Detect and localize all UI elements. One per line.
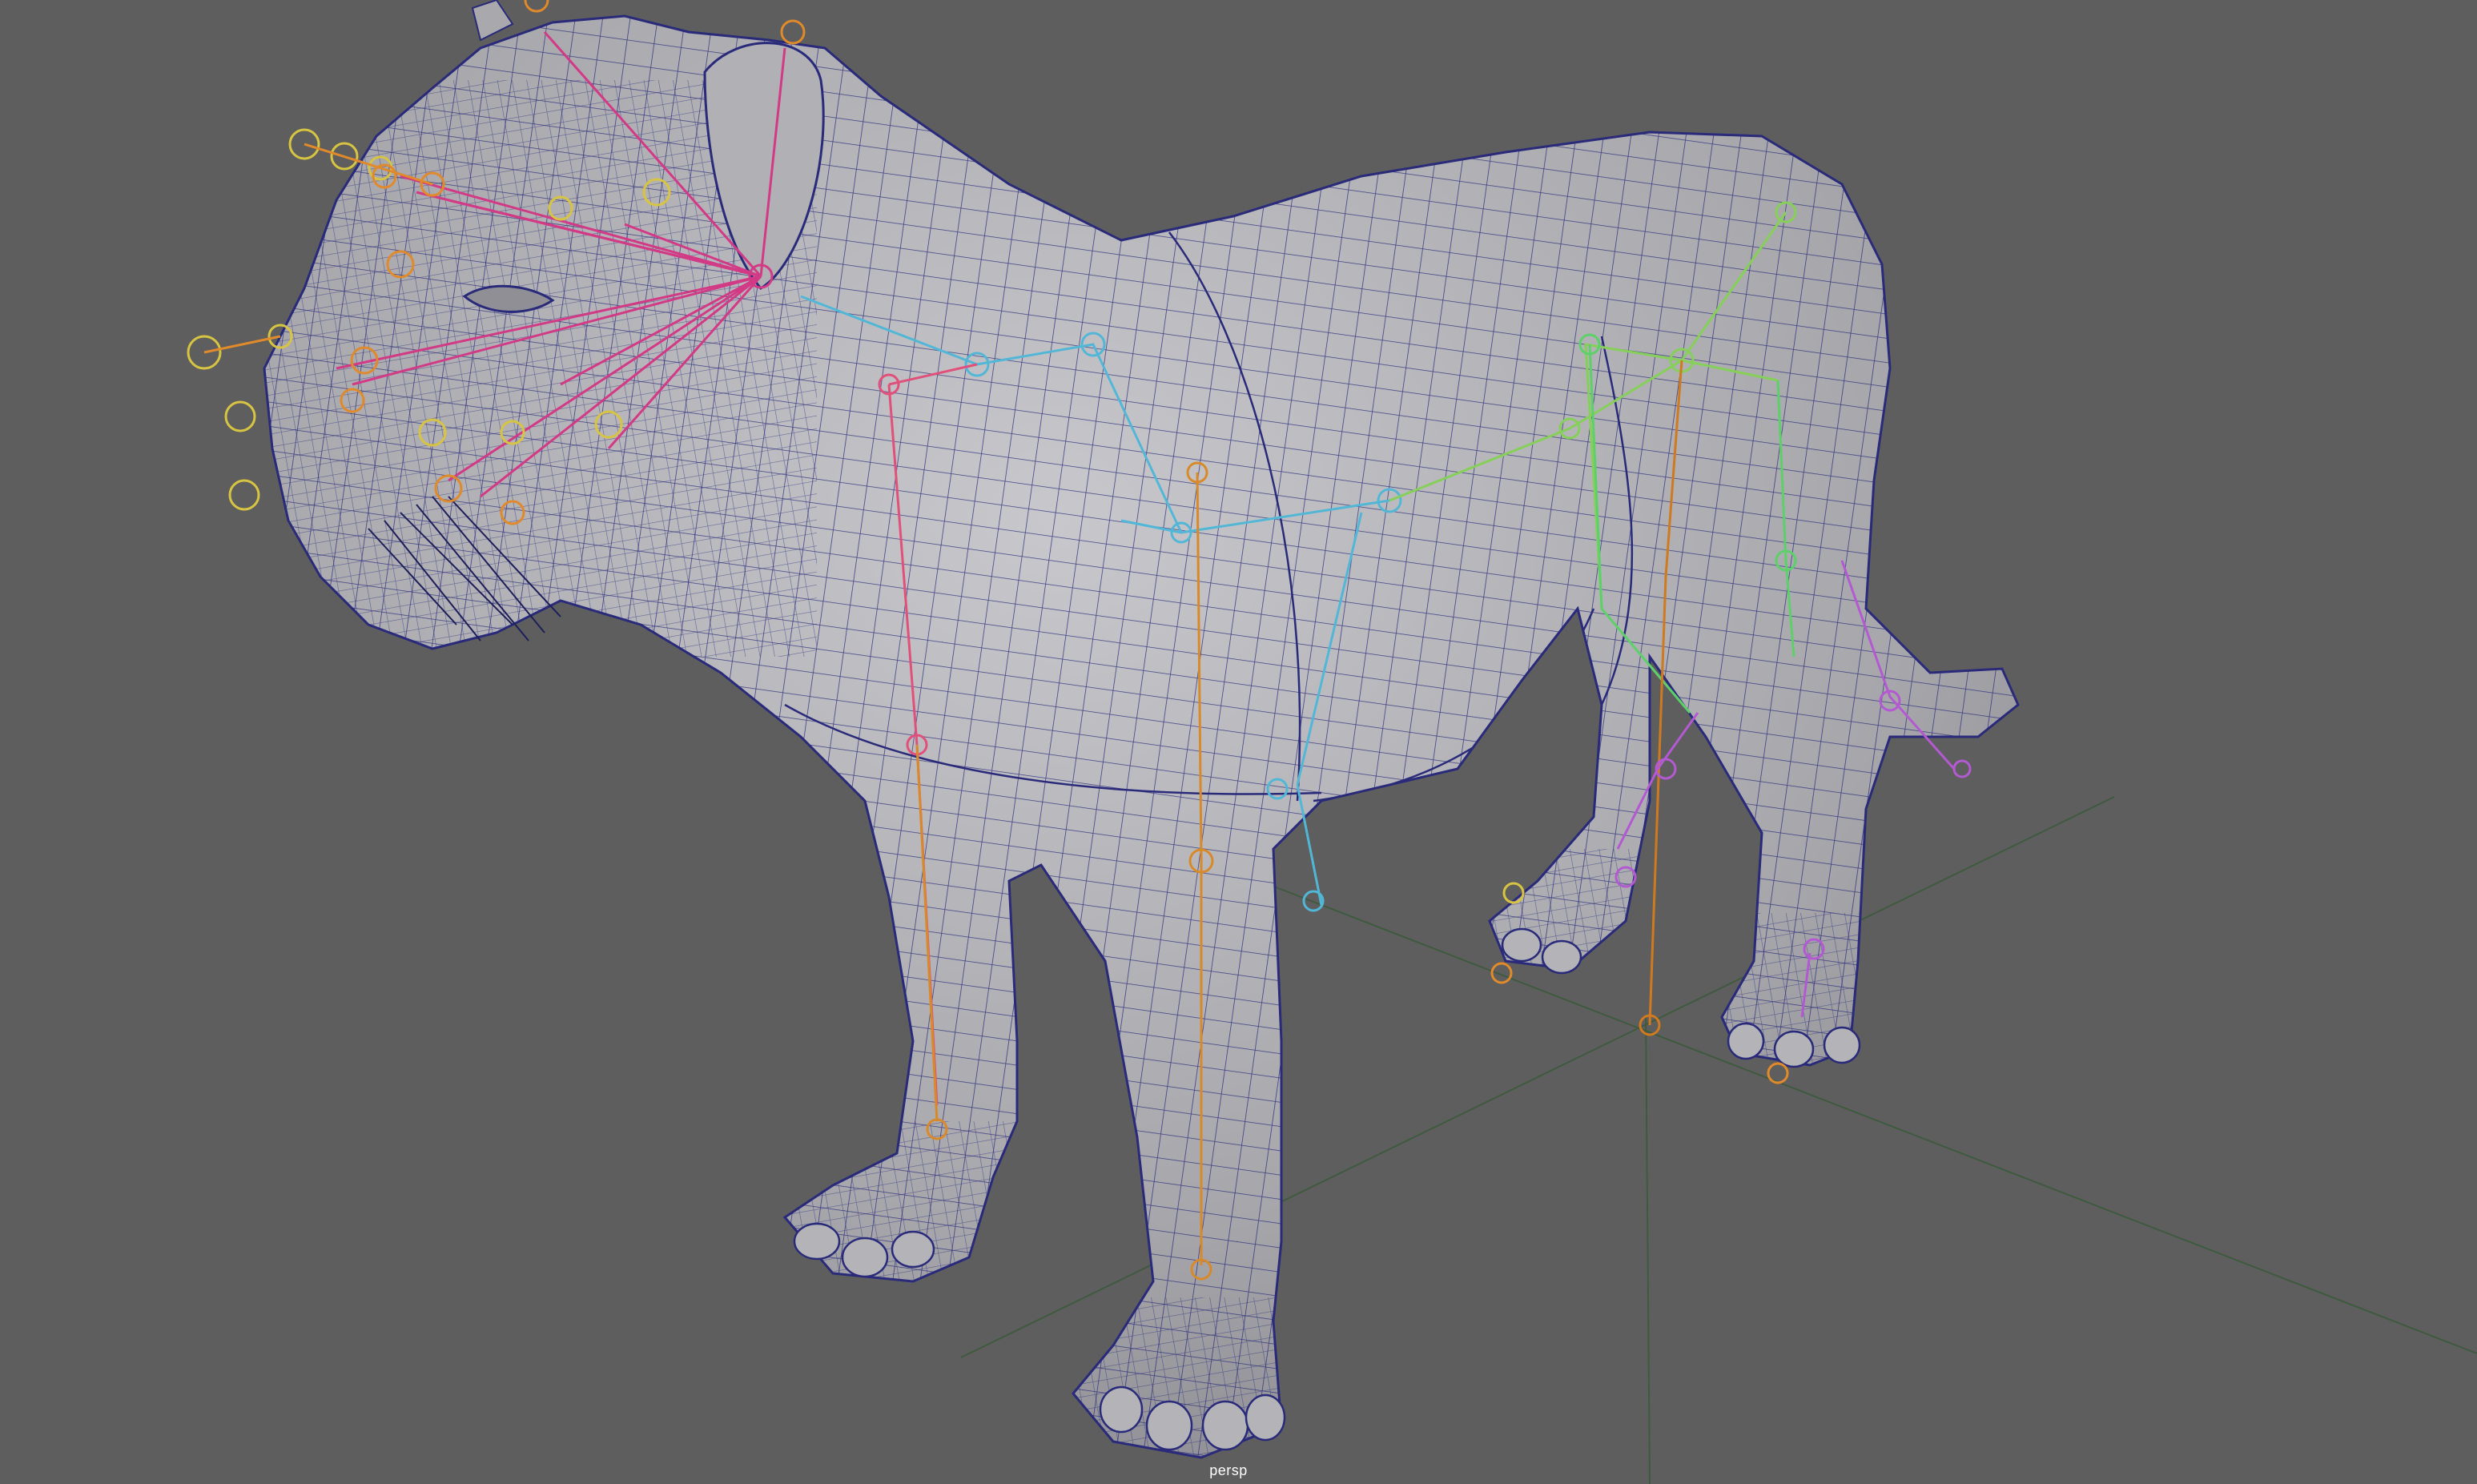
3d-viewport[interactable]: persp <box>0 0 2477 1484</box>
lioness-mesh[interactable] <box>240 0 2082 1484</box>
camera-name-label: persp <box>1209 1462 1248 1478</box>
viewport-canvas[interactable] <box>0 0 2477 1484</box>
